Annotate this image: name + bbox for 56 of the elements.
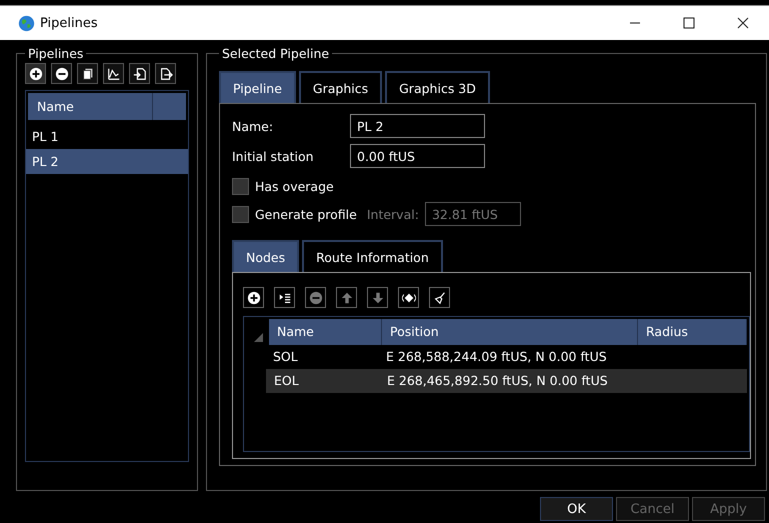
toolbar-button[interactable]	[129, 63, 150, 84]
column-header: Position	[382, 319, 638, 345]
toolbar-button[interactable]	[243, 287, 264, 308]
field-label: Initial station	[232, 148, 315, 164]
group-title: Selected Pipeline	[221, 46, 330, 61]
text-field[interactable]: 0.00 ftUS	[350, 144, 485, 168]
pipeline-item[interactable]: PL 1	[26, 124, 188, 149]
add-icon	[28, 66, 42, 80]
corner-icon	[254, 332, 263, 342]
export-icon	[158, 66, 172, 80]
tab[interactable]: Route Information	[302, 240, 443, 272]
toolbar-button[interactable]	[429, 287, 450, 308]
broom-icon	[432, 290, 446, 304]
toolbar-button[interactable]	[274, 287, 295, 308]
group-title: Pipelines	[27, 46, 84, 61]
copy-icon	[80, 66, 94, 80]
up-arrow-icon	[340, 290, 354, 304]
close-icon[interactable]	[737, 17, 749, 29]
table-row[interactable]: SOL E 268,588,244.09 ftUS, N 0.00 ftUS	[265, 345, 747, 369]
tab[interactable]: Pipeline	[219, 71, 296, 103]
column-header: Name	[28, 93, 153, 120]
import-icon	[132, 66, 146, 80]
toolbar-button[interactable]	[25, 63, 46, 84]
column-header: Name	[269, 319, 382, 345]
toolbar-button[interactable]	[77, 63, 98, 84]
table-cell-text: E 268,465,892.50 ftUS, N 0.00 ftUS	[386, 372, 609, 390]
table-cell-text: EOL	[273, 372, 300, 390]
remove-icon	[54, 66, 68, 80]
toolbar-button[interactable]	[155, 63, 176, 84]
checkbox[interactable]	[232, 178, 249, 194]
table-row[interactable]: EOL E 268,465,892.50 ftUS, N 0.00 ftUS	[266, 369, 747, 393]
checkbox-label: Generate profile	[255, 206, 357, 222]
pipeline-item[interactable]: PL 2	[26, 149, 188, 174]
field-label: Name:	[232, 118, 274, 134]
window-title: Pipelines	[40, 16, 98, 30]
column-header: Radius	[638, 319, 747, 345]
maximize-icon[interactable]	[683, 17, 695, 29]
dialog-button[interactable]: OK	[540, 497, 613, 521]
table-cell-text: E 268,588,244.09 ftUS, N 0.00 ftUS	[385, 348, 608, 366]
interval-field[interactable]: 32.81 ftUS	[424, 202, 521, 226]
tab[interactable]: Graphics	[298, 71, 382, 103]
table-cell-text: SOL	[272, 348, 299, 366]
tab[interactable]: Graphics 3D	[385, 71, 490, 103]
add-icon	[246, 290, 260, 304]
text-field[interactable]: PL 2	[350, 114, 485, 138]
globe-icon	[18, 14, 35, 32]
tab[interactable]: Nodes	[232, 240, 300, 272]
interval-label: Interval:	[366, 206, 419, 222]
toolbar-button[interactable]	[103, 63, 124, 84]
down-arrow-icon	[370, 290, 384, 304]
checkbox[interactable]	[232, 206, 249, 222]
toolbar-button[interactable]	[51, 63, 72, 84]
checkbox-label: Has overage	[255, 178, 334, 194]
toolbar-button[interactable]	[398, 287, 419, 308]
chart-icon	[106, 66, 120, 80]
remove-icon	[308, 290, 322, 304]
